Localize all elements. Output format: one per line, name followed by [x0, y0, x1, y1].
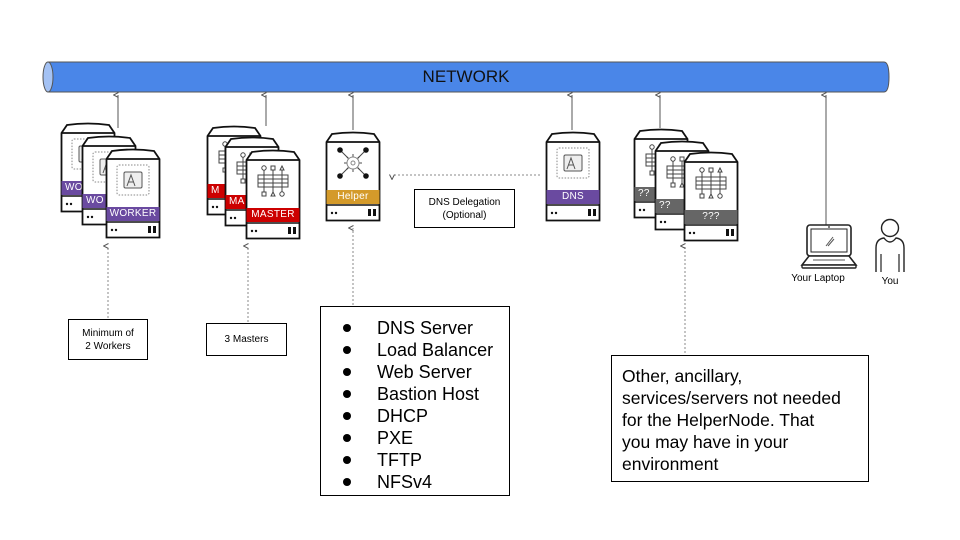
helper-service-item: Bastion Host	[343, 383, 493, 405]
masters-note: 3 Masters	[206, 323, 287, 356]
bullet-icon	[343, 434, 351, 442]
masters-note-text: 3 Masters	[224, 334, 269, 345]
helper-service-label: PXE	[377, 428, 414, 448]
helper-service-label: TFTP	[377, 450, 422, 470]
bullet-icon	[343, 390, 351, 398]
bullet-icon	[343, 368, 351, 376]
server-icon	[245, 149, 301, 240]
helper-service-item: NFSv4	[343, 471, 493, 493]
server-icon	[683, 151, 739, 242]
bullet-icon	[343, 324, 351, 332]
server-icon	[105, 148, 161, 239]
server-icon	[325, 131, 381, 222]
worker-node-label: WORKER	[109, 208, 157, 219]
helper-service-item: PXE	[343, 427, 493, 449]
bullet-icon	[343, 346, 351, 354]
master-node-label: MASTER	[251, 209, 295, 220]
helper-service-label: Load Balancer	[377, 340, 494, 360]
helper-service-item: DHCP	[343, 405, 493, 427]
helper-service-item: Web Server	[343, 361, 493, 383]
laptop-label: Your Laptop	[791, 273, 845, 284]
bullet-icon	[343, 412, 351, 420]
dns-node-label: DNS	[561, 191, 584, 202]
helper-service-label: DHCP	[377, 406, 429, 426]
other-node: ???	[683, 150, 739, 242]
master-node: MASTER	[245, 148, 301, 240]
helper-node-label: Helper	[337, 191, 369, 202]
laptop-icon	[800, 224, 858, 269]
helper-service-label: DNS Server	[377, 318, 474, 338]
dns-node: DNS	[545, 130, 601, 222]
other-services-note: Other, ancillary, services/servers not n…	[611, 355, 869, 482]
workers-note-text: Minimum of 2 Workers	[82, 327, 134, 352]
dns-delegation-note-text: DNS Delegation (Optional)	[428, 196, 501, 221]
helper-node: Helper	[325, 130, 381, 222]
helper-services-box: DNS Server Load Balancer Web Server Bastion…	[320, 306, 510, 496]
workers-note: Minimum of 2 Workers	[68, 319, 148, 360]
helper-service-label: NFSv4	[377, 472, 433, 492]
user-label: You	[881, 276, 899, 287]
helper-service-label: Web Server	[377, 362, 472, 382]
other-services-note-text: Other, ancillary, services/servers not n…	[622, 366, 841, 474]
helper-service-item: DNS Server	[343, 317, 493, 339]
bullet-icon	[343, 478, 351, 486]
helper-service-item: TFTP	[343, 449, 493, 471]
helper-services-list: DNS Server Load Balancer Web Server Bastion…	[343, 317, 493, 493]
helper-service-item: Load Balancer	[343, 339, 493, 361]
server-icon	[545, 131, 601, 222]
user-icon	[875, 218, 905, 272]
helper-service-label: Bastion Host	[377, 384, 480, 404]
dns-delegation-note: DNS Delegation (Optional)	[414, 189, 515, 228]
other-node-label: ???	[702, 211, 720, 222]
bullet-icon	[343, 456, 351, 464]
worker-node: WORKER	[105, 147, 161, 239]
